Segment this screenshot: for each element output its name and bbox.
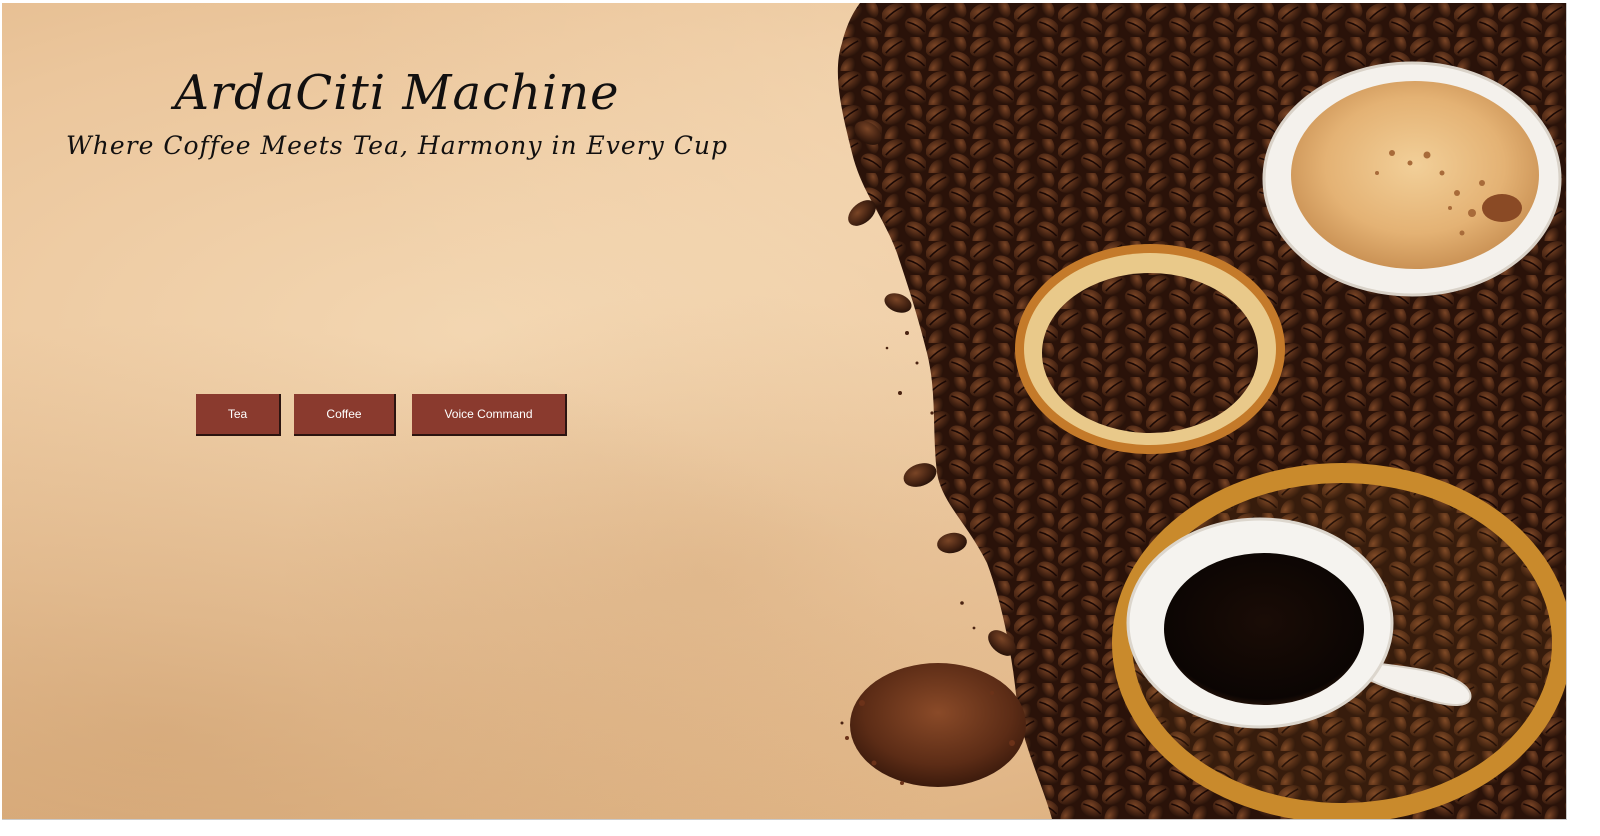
app-tagline: Where Coffee Meets Tea, Harmony in Every… [66,131,728,160]
app-title: ArdaCiti Machine [174,65,620,121]
app-window: ArdaCiti Machine Where Coffee Meets Tea,… [2,3,1567,820]
coffee-button[interactable]: Coffee [294,394,396,436]
tea-button[interactable]: Tea [196,394,281,436]
voice-command-button[interactable]: Voice Command [412,394,567,436]
